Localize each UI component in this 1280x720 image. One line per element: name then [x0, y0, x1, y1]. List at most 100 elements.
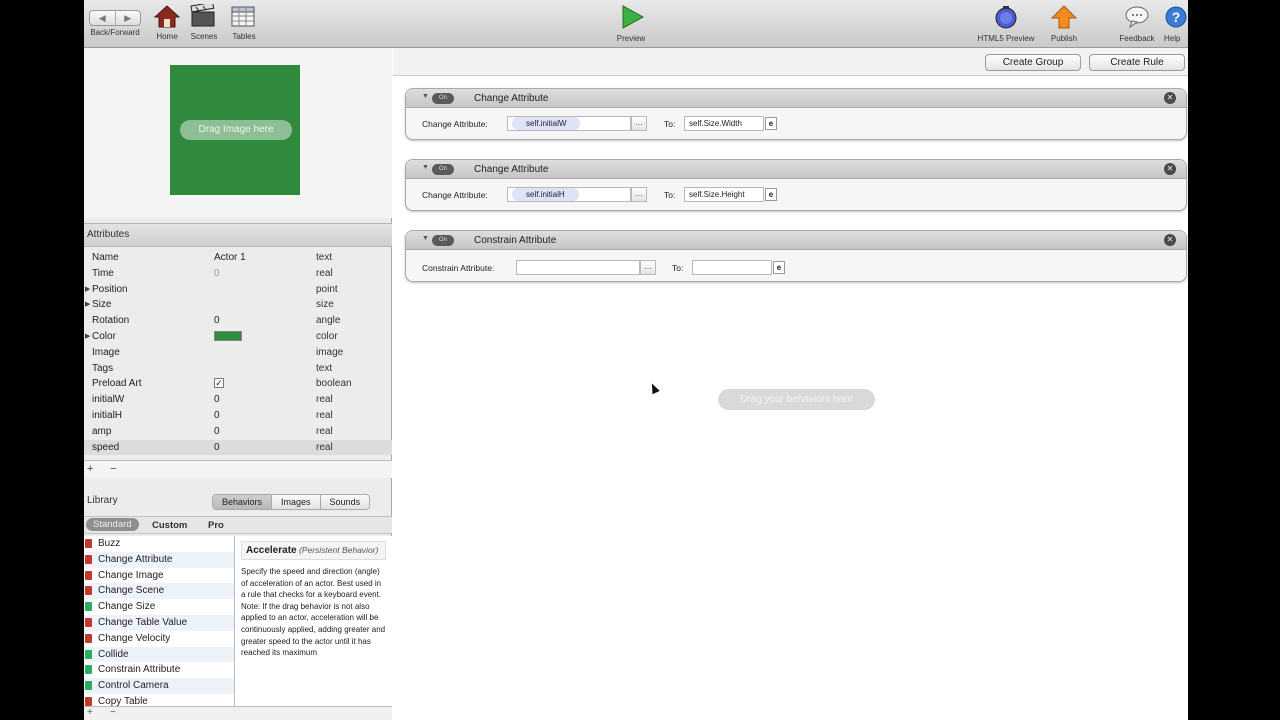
attribute-row[interactable]: ▶ Position point [84, 282, 392, 298]
subtab-custom[interactable]: Custom [152, 520, 187, 531]
subtab-pro[interactable]: Pro [208, 520, 224, 531]
attribute-label: Constrain Attribute: [422, 263, 495, 273]
remove-attribute-button[interactable]: − [110, 463, 116, 475]
library-behavior-item[interactable]: Collide [84, 646, 234, 663]
library-behavior-item[interactable]: Change Scene [84, 583, 234, 600]
expression-editor-button[interactable]: e [773, 261, 785, 274]
close-icon[interactable]: ✕ [1164, 163, 1176, 175]
expression-editor-button[interactable]: e [765, 188, 777, 201]
preview-button[interactable]: Preview [611, 4, 651, 43]
library-behavior-item[interactable]: Change Image [84, 568, 234, 584]
back-forward-button[interactable]: ◀ ▶ Back/Forward [84, 4, 146, 37]
subtab-standard[interactable]: Standard [86, 518, 139, 531]
library-behavior-item[interactable]: Change Table Value [84, 614, 234, 631]
remove-behavior-button[interactable]: − [110, 707, 116, 718]
back-forward-arrows-icon[interactable]: ◀ ▶ [89, 10, 141, 26]
library-behavior-item[interactable]: Change Velocity [84, 631, 234, 647]
attribute-row[interactable]: Preload Art ✓ boolean [84, 376, 392, 392]
attribute-type: text [316, 362, 333, 374]
disclosure-triangle-icon[interactable]: ▶ [85, 332, 90, 340]
scenes-button[interactable]: Scenes [186, 1, 222, 41]
library-subtabs: Standard Custom Pro [84, 516, 392, 534]
tab-sounds[interactable]: Sounds [320, 495, 370, 509]
attribute-row[interactable]: initialW 0 real [84, 392, 392, 408]
html5-preview-button[interactable]: HTML5 Preview [970, 4, 1042, 43]
attribute-value[interactable]: 0 [214, 426, 220, 437]
preload-art-checkbox[interactable]: ✓ [214, 378, 224, 389]
collapse-triangle-icon[interactable]: ▼ [422, 235, 429, 242]
on-toggle[interactable]: On [432, 235, 454, 246]
attribute-name: Color [92, 330, 116, 342]
disclosure-triangle-icon[interactable]: ▶ [85, 300, 90, 308]
library-behavior-label: Control Camera [98, 680, 169, 692]
to-expression-field[interactable]: self.Size.Height [684, 187, 764, 202]
attribute-value[interactable]: 0 [214, 315, 220, 326]
create-group-button[interactable]: Create Group [985, 54, 1081, 71]
behavior-header: ▼ On Change Attribute ✕ [406, 160, 1186, 179]
close-icon[interactable]: ✕ [1164, 234, 1176, 246]
constrain-attribute-behavior[interactable]: ▼ On Constrain Attribute ✕ Constrain Att… [405, 230, 1187, 282]
library-behavior-item[interactable]: Control Camera [84, 678, 234, 694]
attribute-field[interactable] [516, 260, 640, 275]
to-expression-field[interactable]: self.Size.Width [684, 116, 764, 131]
attribute-value[interactable]: 0 [214, 394, 220, 405]
attribute-row[interactable]: Rotation 0 angle [84, 313, 392, 329]
library-behavior-item[interactable]: Change Attribute [84, 551, 234, 568]
create-rule-button[interactable]: Create Rule [1089, 54, 1185, 71]
attribute-row[interactable]: Image image [84, 345, 392, 361]
attribute-value[interactable]: 0 [214, 442, 220, 453]
library-behavior-item[interactable]: Constrain Attribute [84, 662, 234, 678]
attribute-row[interactable]: Time 0 real [84, 266, 392, 282]
change-attribute-behavior[interactable]: ▼ On Change Attribute ✕ Change Attribute… [405, 159, 1187, 211]
attribute-field[interactable]: self.initialW [507, 116, 631, 131]
library-behavior-item[interactable]: Change Size [84, 599, 234, 615]
color-swatch[interactable] [214, 330, 242, 344]
attribute-row[interactable]: Name Actor 1 text [84, 250, 392, 266]
attribute-row[interactable]: ▶ Size size [84, 297, 392, 313]
tables-button[interactable]: Tables [224, 4, 264, 41]
add-attribute-button[interactable]: + [87, 463, 93, 475]
behavior-body: Constrain Attribute: … To: e [406, 251, 1186, 283]
attribute-browse-button[interactable]: … [640, 260, 656, 275]
attribute-browse-button[interactable]: … [631, 116, 647, 131]
attribute-row-selected[interactable]: speed 0 real [84, 439, 392, 456]
attribute-row[interactable]: amp 0 real [84, 424, 392, 440]
library-behavior-item[interactable]: Copy Table [84, 694, 234, 706]
expression-editor-button[interactable]: e [765, 117, 777, 130]
attribute-row[interactable]: Tags text [84, 361, 392, 377]
attribute-row[interactable]: ▶ Color color [84, 329, 392, 345]
feedback-label: Feedback [1119, 34, 1155, 43]
attribute-browse-button[interactable]: … [631, 187, 647, 202]
library-header: Library Behaviors Images Sounds [84, 488, 392, 514]
on-toggle[interactable]: On [432, 93, 454, 104]
attribute-type: angle [316, 315, 341, 327]
attribute-label: Change Attribute: [422, 119, 488, 129]
tab-images[interactable]: Images [272, 495, 321, 509]
attribute-value[interactable]: 0 [214, 410, 220, 421]
change-attribute-behavior[interactable]: ▼ On Change Attribute ✕ Change Attribute… [405, 88, 1187, 140]
attribute-label: Change Attribute: [422, 190, 488, 200]
disclosure-triangle-icon[interactable]: ▶ [85, 285, 90, 293]
library-behavior-item[interactable]: Buzz [84, 536, 234, 552]
scenes-label: Scenes [190, 32, 218, 41]
add-behavior-button[interactable]: + [87, 707, 93, 718]
feedback-button[interactable]: Feedback [1114, 4, 1160, 43]
actor-image-well[interactable]: Drag Image here [170, 65, 300, 195]
library-behavior-label: Collide [98, 648, 129, 660]
behavior-icon [85, 665, 92, 675]
library-behavior-label: Change Scene [98, 585, 165, 597]
close-icon[interactable]: ✕ [1164, 92, 1176, 104]
publish-button[interactable]: Publish [1044, 4, 1084, 43]
attribute-value[interactable]: Actor 1 [214, 252, 246, 263]
attribute-field[interactable]: self.initialH [507, 187, 631, 202]
home-button[interactable]: Home [150, 4, 184, 41]
collapse-triangle-icon[interactable]: ▼ [422, 164, 429, 171]
tab-behaviors[interactable]: Behaviors [213, 495, 273, 509]
attribute-row[interactable]: initialH 0 real [84, 408, 392, 424]
to-label: To: [672, 263, 684, 273]
help-button[interactable]: ? Help [1164, 4, 1188, 43]
on-toggle[interactable]: On [432, 164, 454, 175]
collapse-triangle-icon[interactable]: ▼ [422, 93, 429, 100]
to-expression-field[interactable] [692, 260, 772, 275]
drag-image-hint: Drag Image here [180, 120, 292, 140]
